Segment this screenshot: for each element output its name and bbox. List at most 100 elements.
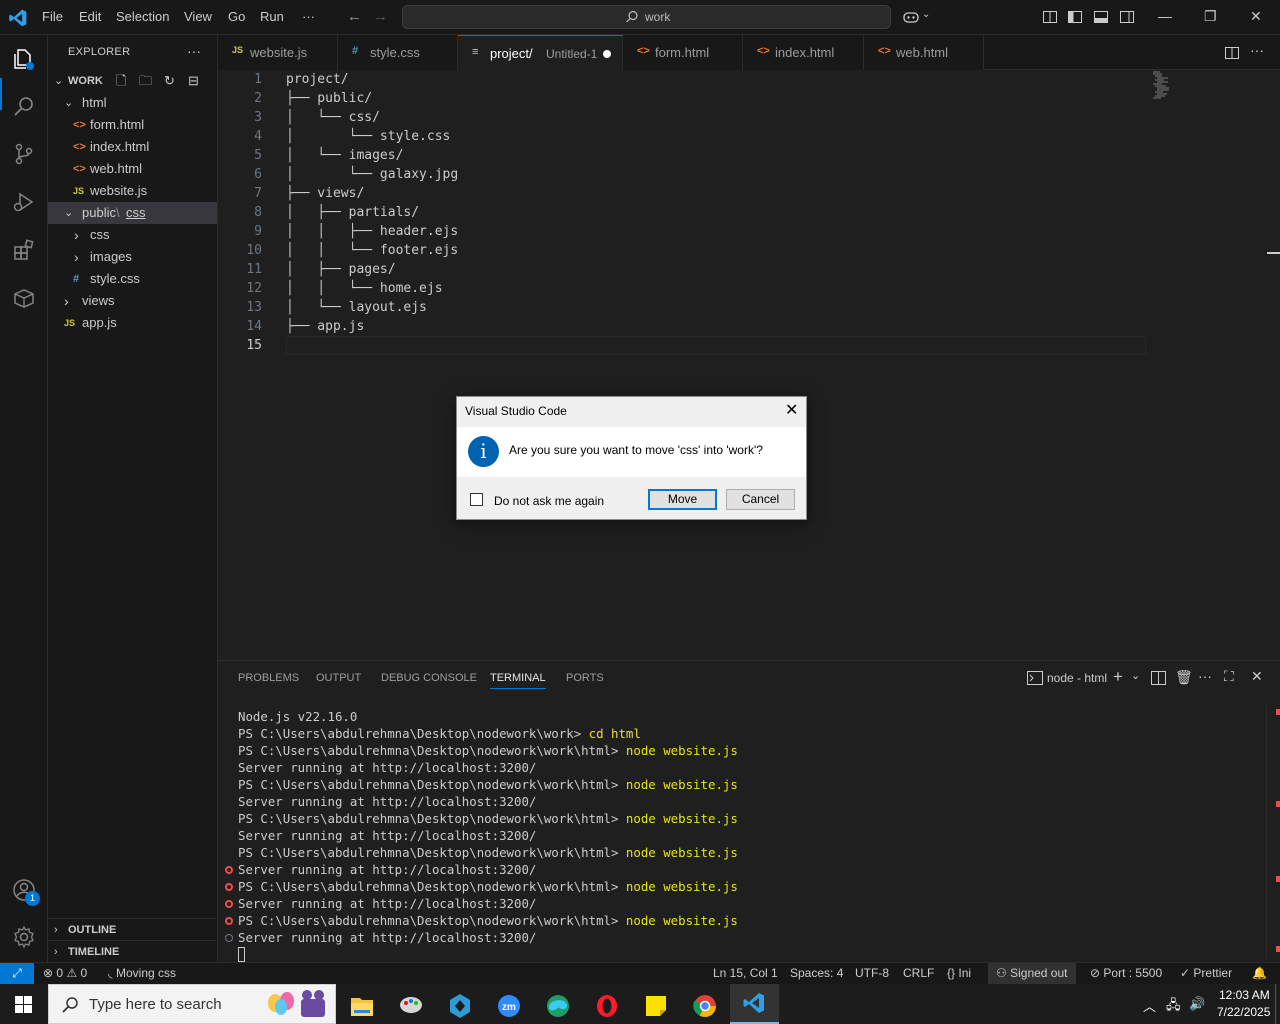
close-panel-icon[interactable]: ✕ <box>1251 668 1263 685</box>
tree-file[interactable]: JS app.js <box>48 312 217 334</box>
prettier-status[interactable]: ✓ Prettier <box>1180 966 1232 980</box>
tab-ports[interactable]: PORTS <box>566 672 604 684</box>
tree-file[interactable]: <> form.html <box>48 114 217 136</box>
copilot-account-status[interactable]: ⚇ Signed out <box>988 963 1076 985</box>
menu-edit[interactable]: Edit <box>79 9 101 24</box>
tab-output[interactable]: OUTPUT <box>316 672 361 684</box>
refresh-icon[interactable]: ↻ <box>164 70 175 92</box>
minimap[interactable] <box>1152 70 1182 100</box>
network-icon[interactable]: 🖧 <box>1166 996 1181 1018</box>
copilot-icon[interactable] <box>903 9 919 25</box>
kill-terminal-trash-icon[interactable]: 🗑 <box>1175 669 1193 686</box>
edge-browser-icon[interactable] <box>538 988 578 1024</box>
customize-layout-icon[interactable] <box>1042 9 1058 25</box>
volume-icon[interactable]: 🔊 <box>1189 996 1205 1012</box>
split-terminal-icon[interactable] <box>1151 671 1166 685</box>
move-button[interactable]: Move <box>648 489 717 510</box>
terminal-dropdown-chevron-icon[interactable]: ⌄ <box>1131 669 1140 682</box>
do-not-ask-label[interactable]: Do not ask me again <box>494 494 604 508</box>
source-control-icon[interactable] <box>12 142 36 166</box>
forward-arrow-icon[interactable]: → <box>373 8 388 25</box>
run-and-debug-icon[interactable] <box>12 190 36 214</box>
unsaved-dot-icon[interactable] <box>603 50 611 58</box>
extensions-icon[interactable] <box>12 238 36 262</box>
tree-folder[interactable]: ⌄ public \ css <box>48 202 217 224</box>
command-failed-decoration-icon[interactable] <box>225 917 233 925</box>
taskbar-search-box[interactable]: Type here to search <box>48 984 336 1024</box>
outline-section[interactable]: › OUTLINE <box>48 918 217 940</box>
opera-browser-icon[interactable] <box>587 988 627 1024</box>
tree-file[interactable]: <> web.html <box>48 158 217 180</box>
editor-tab[interactable]: <> web.html <box>864 35 984 70</box>
workspace-root-header[interactable]: ⌄ WORK 🗋 🗀 ↻ ⊟ <box>48 70 217 92</box>
back-arrow-icon[interactable]: ← <box>347 8 362 25</box>
explorer-icon[interactable] <box>12 47 36 71</box>
menu-selection[interactable]: Selection <box>116 9 169 24</box>
editor-more-actions-icon[interactable]: ··· <box>1250 42 1264 58</box>
remote-explorer-icon[interactable] <box>12 286 36 310</box>
menu-go[interactable]: Go <box>228 9 245 24</box>
clock-time[interactable]: 12:03 AM <box>1219 988 1270 1002</box>
cursor-position[interactable]: Ln 15, Col 1 <box>713 966 778 980</box>
terminal-scrollbar-track[interactable] <box>1266 705 1267 959</box>
tree-folder[interactable]: › views <box>48 290 217 312</box>
dialog-close-icon[interactable]: ✕ <box>785 400 798 420</box>
command-center-search[interactable]: work <box>402 5 891 29</box>
manage-gear-icon[interactable] <box>12 925 36 949</box>
windows-start-icon[interactable] <box>15 996 32 1013</box>
tree-file[interactable]: <> index.html <box>48 136 217 158</box>
command-failed-decoration-icon[interactable] <box>225 900 233 908</box>
panel-more-actions-icon[interactable]: ··· <box>1198 668 1212 684</box>
editor-tab[interactable]: ≡ project/Untitled-1 <box>458 35 623 70</box>
new-terminal-icon[interactable]: + <box>1113 667 1123 687</box>
copilot-dropdown-chevron-icon[interactable]: ⌄ <box>922 9 930 20</box>
clock-date[interactable]: 7/22/2025 <box>1217 1005 1270 1019</box>
tab-problems[interactable]: PROBLEMS <box>238 672 299 684</box>
language-mode[interactable]: {} Ini <box>947 966 971 980</box>
search-icon[interactable] <box>12 94 36 118</box>
paint-app-icon[interactable] <box>391 988 431 1024</box>
collapse-all-icon[interactable]: ⊟ <box>188 70 199 92</box>
tree-folder[interactable]: ⌄ html <box>48 92 217 114</box>
tree-file[interactable]: # style.css <box>48 268 217 290</box>
encoding[interactable]: UTF-8 <box>855 966 889 980</box>
split-editor-icon[interactable] <box>1224 45 1240 61</box>
do-not-ask-checkbox[interactable] <box>470 493 483 506</box>
toggle-secondary-sidebar-icon[interactable] <box>1119 9 1135 25</box>
minimize-icon[interactable]: — <box>1158 8 1172 24</box>
live-server-port[interactable]: ⊘ Port : 5500 <box>1090 966 1162 980</box>
sticky-notes-app-icon[interactable] <box>636 988 676 1024</box>
chrome-browser-icon[interactable] <box>685 988 725 1024</box>
problems-status[interactable]: ⊗ 0 ⚠ 0 <box>43 966 87 980</box>
new-file-icon[interactable]: 🗋 <box>116 70 126 92</box>
editor-tab[interactable]: <> index.html <box>743 35 864 70</box>
maximize-panel-icon[interactable]: ⛶ <box>1224 668 1234 685</box>
dev-app-icon[interactable] <box>440 988 480 1024</box>
tree-folder[interactable]: › css <box>48 224 217 246</box>
notifications-bell-icon[interactable]: 🔔 <box>1252 966 1267 980</box>
restore-icon[interactable]: ❐ <box>1204 8 1217 25</box>
menu-view[interactable]: View <box>184 9 212 24</box>
command-decoration-icon[interactable] <box>225 934 233 942</box>
end-of-line[interactable]: CRLF <box>903 966 934 980</box>
command-failed-decoration-icon[interactable] <box>225 866 233 874</box>
editor-tab[interactable]: <> form.html <box>623 35 743 70</box>
menu-more[interactable]: ··· <box>302 9 315 24</box>
tray-overflow-chevron-icon[interactable]: ︿ <box>1143 996 1156 1015</box>
new-folder-icon[interactable]: 🗀 <box>139 70 152 92</box>
toggle-primary-sidebar-icon[interactable] <box>1067 9 1083 25</box>
tab-debug-console[interactable]: DEBUG CONSOLE <box>381 672 477 684</box>
show-desktop-button[interactable] <box>1275 984 1276 1024</box>
vscode-logo-icon[interactable] <box>8 8 28 28</box>
toggle-panel-icon[interactable] <box>1093 9 1109 25</box>
menu-run[interactable]: Run <box>260 9 284 24</box>
file-explorer-app-icon[interactable] <box>342 988 382 1024</box>
text-editor[interactable]: 1 2 3 4 5 6 7 8 9 10 11 12 13 14 15 project/├── public… <box>218 70 1280 660</box>
terminal-instance-name[interactable]: node - html <box>1047 671 1107 685</box>
tab-terminal[interactable]: TERMINAL <box>490 672 546 689</box>
editor-tab[interactable]: JS website.js <box>218 35 338 70</box>
zoom-app-icon[interactable]: zm <box>489 988 529 1024</box>
timeline-section[interactable]: › TIMELINE <box>48 940 217 962</box>
editor-tab[interactable]: # style.css <box>338 35 458 70</box>
remote-indicator-icon[interactable]: ⤢ <box>0 963 34 985</box>
